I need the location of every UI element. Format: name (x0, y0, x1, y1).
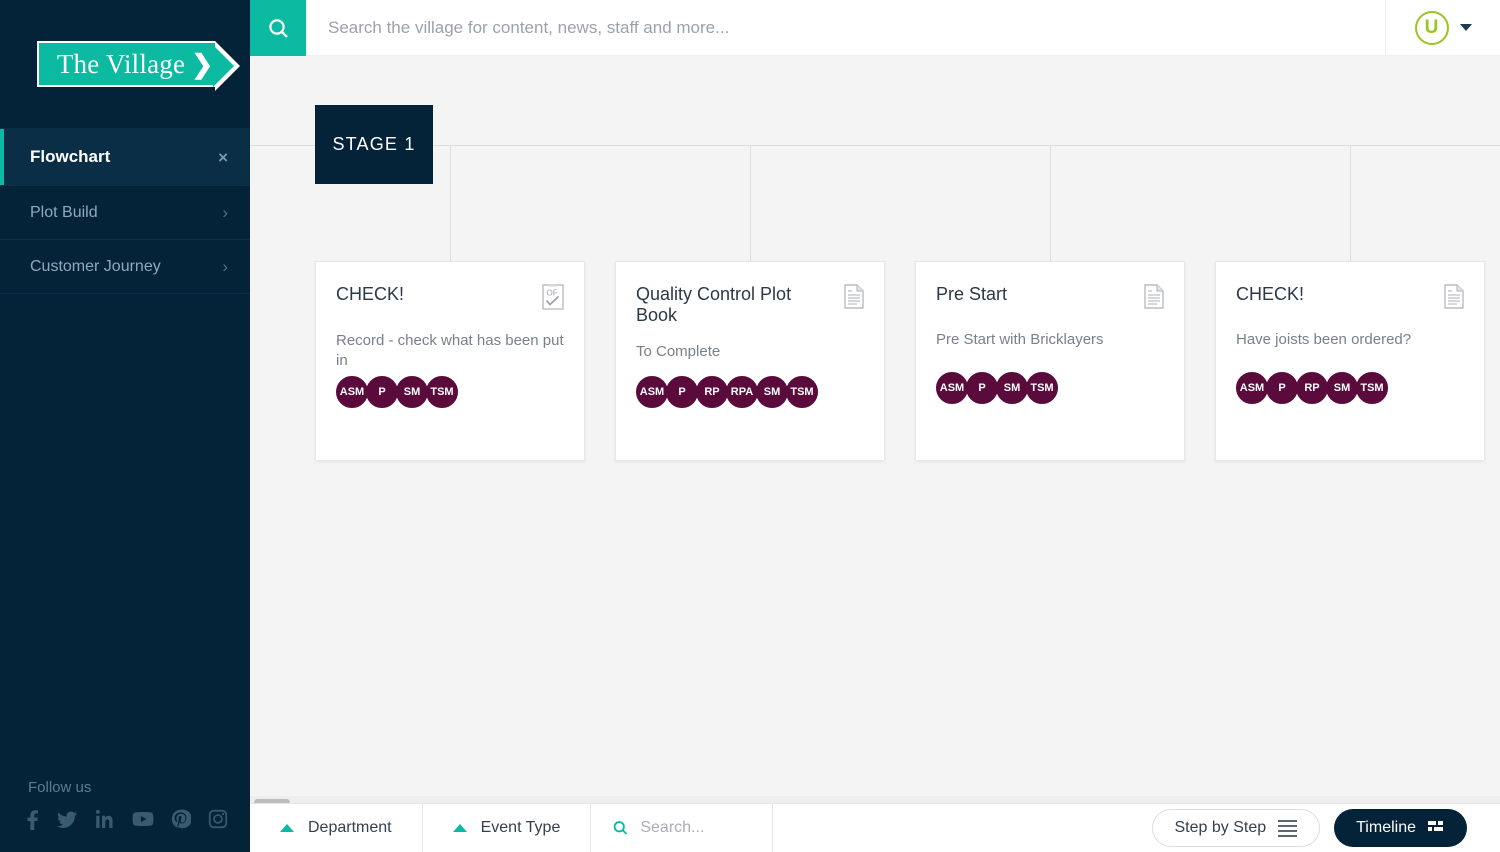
card-subtitle: Record - check what has been put in (336, 332, 564, 369)
flow-card[interactable]: CHECK! Have joists been ordered? ASM P R… (1215, 261, 1485, 461)
card-header: CHECK! OF (336, 284, 564, 315)
checklist-form-icon: OF (542, 284, 564, 315)
avatar-chip: SM (756, 376, 788, 408)
avatar-chip: P (666, 376, 698, 408)
chevron-up-icon (452, 824, 467, 832)
facebook-icon[interactable] (26, 808, 39, 830)
avatar-chip: RPA (726, 376, 758, 408)
sidebar-item-customer-journey[interactable]: Customer Journey › (0, 240, 250, 294)
filter-event-type[interactable]: Event Type (423, 804, 592, 852)
sidebar: The Village ❯ Flowchart × Plot Build › C… (0, 0, 250, 852)
document-icon (1444, 284, 1464, 314)
avatar-chip: TSM (1356, 372, 1388, 404)
card-avatars: ASM P SM TSM (336, 376, 458, 408)
sidebar-item-label: Plot Build (30, 203, 98, 221)
flow-card[interactable]: Quality Control Plot Book To Complete AS… (615, 261, 885, 461)
avatar-chip: TSM (786, 376, 818, 408)
stage-badge: STAGE 1 (315, 105, 433, 184)
instagram-icon[interactable] (208, 809, 228, 829)
card-title: CHECK! (1236, 284, 1305, 304)
avatar-chip: P (366, 376, 398, 408)
card-subtitle: Have joists been ordered? (1236, 331, 1412, 348)
card-subtitle: To Complete (636, 343, 721, 361)
avatar-chip: ASM (636, 376, 668, 408)
avatar-chip: P (966, 372, 998, 404)
sidebar-item-flowchart[interactable]: Flowchart × (0, 128, 250, 186)
avatar-chip: ASM (936, 372, 968, 404)
avatar-chip: RP (696, 376, 728, 408)
chevron-right-icon: › (222, 203, 228, 222)
document-icon (844, 284, 864, 314)
grid-line-horizontal (250, 145, 1500, 146)
avatar-chip: P (1266, 372, 1298, 404)
pinterest-icon[interactable] (171, 809, 191, 829)
logo-signpost: The Village ❯ (36, 41, 241, 91)
youtube-icon[interactable] (132, 811, 154, 827)
avatar-chip: ASM (336, 376, 368, 408)
avatar-chip: SM (1326, 372, 1358, 404)
card-header: Quality Control Plot Book (636, 284, 864, 326)
bottom-toolbar: Department Event Type Step by Step Timel… (250, 803, 1500, 852)
button-label: Step by Step (1174, 819, 1267, 836)
search-input[interactable] (306, 0, 1385, 55)
app-root: The Village ❯ Flowchart × Plot Build › C… (0, 0, 1500, 852)
button-label: Timeline (1356, 819, 1416, 836)
logo[interactable]: The Village ❯ (0, 0, 250, 128)
sidebar-item-plot-build[interactable]: Plot Build › (0, 186, 250, 240)
flowchart-canvas[interactable]: STAGE 1 CHECK! OF Record - check what ha… (250, 56, 1500, 796)
top-bar: U (250, 0, 1500, 56)
avatar: U (1414, 10, 1449, 45)
avatar-chip: TSM (1026, 372, 1058, 404)
search-icon (614, 821, 628, 835)
user-menu[interactable]: U (1385, 0, 1500, 55)
flow-card[interactable]: CHECK! OF Record - check what has been p… (315, 261, 585, 461)
bottom-search-input[interactable] (640, 819, 751, 837)
avatar-chip: SM (396, 376, 428, 408)
card-title: CHECK! (336, 284, 405, 304)
logo-text: The Village (56, 48, 186, 79)
card-header: CHECK! (1236, 284, 1464, 314)
flow-card[interactable]: Pre Start Pre Start with Bricklayers ASM… (915, 261, 1185, 461)
grid-line-vertical (1050, 145, 1051, 264)
document-icon (1144, 284, 1164, 314)
card-avatars: ASM P RP SM TSM (1236, 372, 1388, 404)
timeline-button[interactable]: Timeline (1334, 809, 1467, 847)
logo-chevron-icon: ❯ (191, 49, 214, 79)
sidebar-item-label: Customer Journey (30, 257, 161, 275)
svg-text:OF: OF (547, 289, 558, 298)
list-lines-icon (1278, 819, 1298, 837)
card-avatars: ASM P SM TSM (936, 372, 1058, 404)
linkedin-icon[interactable] (95, 809, 115, 829)
logo-arrow-icon (213, 41, 241, 91)
sidebar-item-label: Flowchart (30, 147, 111, 166)
card-title: Pre Start (936, 284, 1008, 304)
card-header: Pre Start (936, 284, 1164, 314)
avatar-chip: ASM (1236, 372, 1268, 404)
grid-line-vertical (750, 145, 751, 264)
filter-label: Event Type (480, 819, 561, 836)
close-icon[interactable]: × (218, 149, 228, 166)
gantt-icon (1428, 821, 1445, 835)
avatar-chip: RP (1296, 372, 1328, 404)
bottom-search[interactable] (591, 804, 774, 852)
avatar-chip: TSM (426, 376, 458, 408)
card-avatars: ASM P RP RPA SM TSM (636, 376, 818, 408)
social-links (26, 808, 228, 830)
filter-department[interactable]: Department (250, 804, 423, 852)
grid-line-vertical (450, 145, 451, 264)
avatar-chip: SM (996, 372, 1028, 404)
chevron-down-icon[interactable] (1459, 24, 1472, 31)
grid-line-vertical (1350, 145, 1351, 264)
filter-label: Department (308, 819, 392, 836)
step-by-step-button[interactable]: Step by Step (1151, 809, 1321, 847)
follow-us-label: Follow us (28, 779, 92, 796)
card-subtitle: Pre Start with Bricklayers (936, 331, 1104, 348)
chevron-up-icon (280, 824, 294, 832)
card-title: Quality Control Plot Book (636, 284, 792, 326)
twitter-icon[interactable] (56, 808, 78, 830)
view-toggle-group: Step by Step Timeline (1151, 804, 1500, 852)
search-icon[interactable] (250, 0, 306, 56)
chevron-right-icon: › (222, 257, 228, 276)
